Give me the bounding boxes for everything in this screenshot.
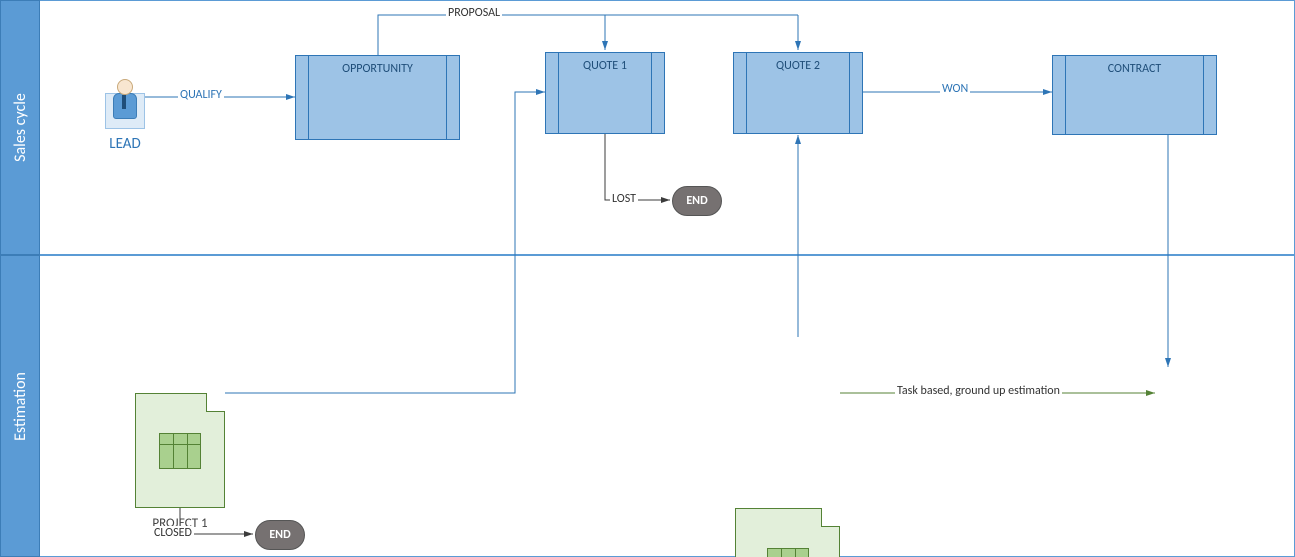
doc-fold-icon [206, 393, 225, 412]
quote1-node: QUOTE 1 [545, 52, 665, 134]
quote2-node: QUOTE 2 [733, 52, 863, 134]
table-icon [159, 433, 201, 469]
edge-label-lost: LOST [610, 192, 638, 206]
table-icon [767, 548, 809, 557]
lead-label: LEAD [109, 135, 140, 153]
lead-head-icon [117, 79, 133, 95]
doc-fold-icon [821, 508, 840, 527]
contract-node: CONTRACT [1052, 55, 1217, 135]
project2-node: PROJECT 2 [735, 508, 840, 557]
contract-label: CONTRACT [1108, 62, 1162, 76]
swimlane-label-sales: Sales cycle [11, 93, 30, 162]
swimlane-header-estimation: Estimation [0, 255, 40, 557]
quote1-label: QUOTE 1 [583, 59, 627, 73]
end-closed-label: END [269, 528, 290, 542]
edge-label-qualify: QUALIFY [178, 88, 224, 102]
edge-label-won: WON [940, 82, 970, 96]
project1-node: PROJECT 1 [135, 393, 225, 508]
end-lost-node: END [672, 186, 722, 216]
edge-label-estimation: Task based, ground up estimation [895, 384, 1062, 398]
end-lost-label: END [686, 194, 707, 208]
quote2-label: QUOTE 2 [776, 59, 820, 73]
end-closed-node: END [255, 520, 305, 550]
swimlane-header-sales: Sales cycle [0, 0, 40, 255]
edge-label-proposal: PROPOSAL [446, 6, 502, 20]
swimlane-body-estimation [40, 255, 1295, 557]
opportunity-label: OPPORTUNITY [342, 62, 413, 76]
opportunity-node: OPPORTUNITY [295, 55, 460, 140]
edge-label-closed: CLOSED [152, 526, 194, 540]
swimlane-label-estimation: Estimation [11, 372, 30, 441]
lead-node: LEAD [105, 75, 145, 130]
lead-tie-icon [122, 95, 126, 109]
